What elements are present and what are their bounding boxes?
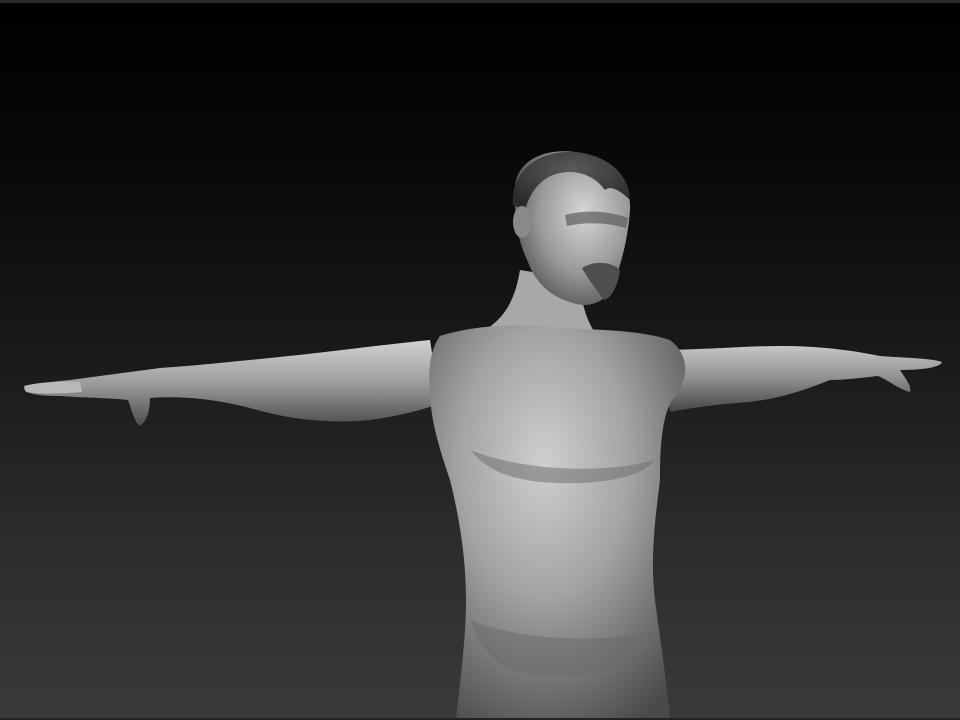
sculpt-viewport[interactable] <box>0 0 960 720</box>
ear <box>513 206 531 238</box>
right-arm <box>660 346 942 412</box>
left-hand <box>24 381 82 394</box>
left-arm <box>24 340 440 426</box>
sculpted-figure[interactable] <box>0 0 960 720</box>
